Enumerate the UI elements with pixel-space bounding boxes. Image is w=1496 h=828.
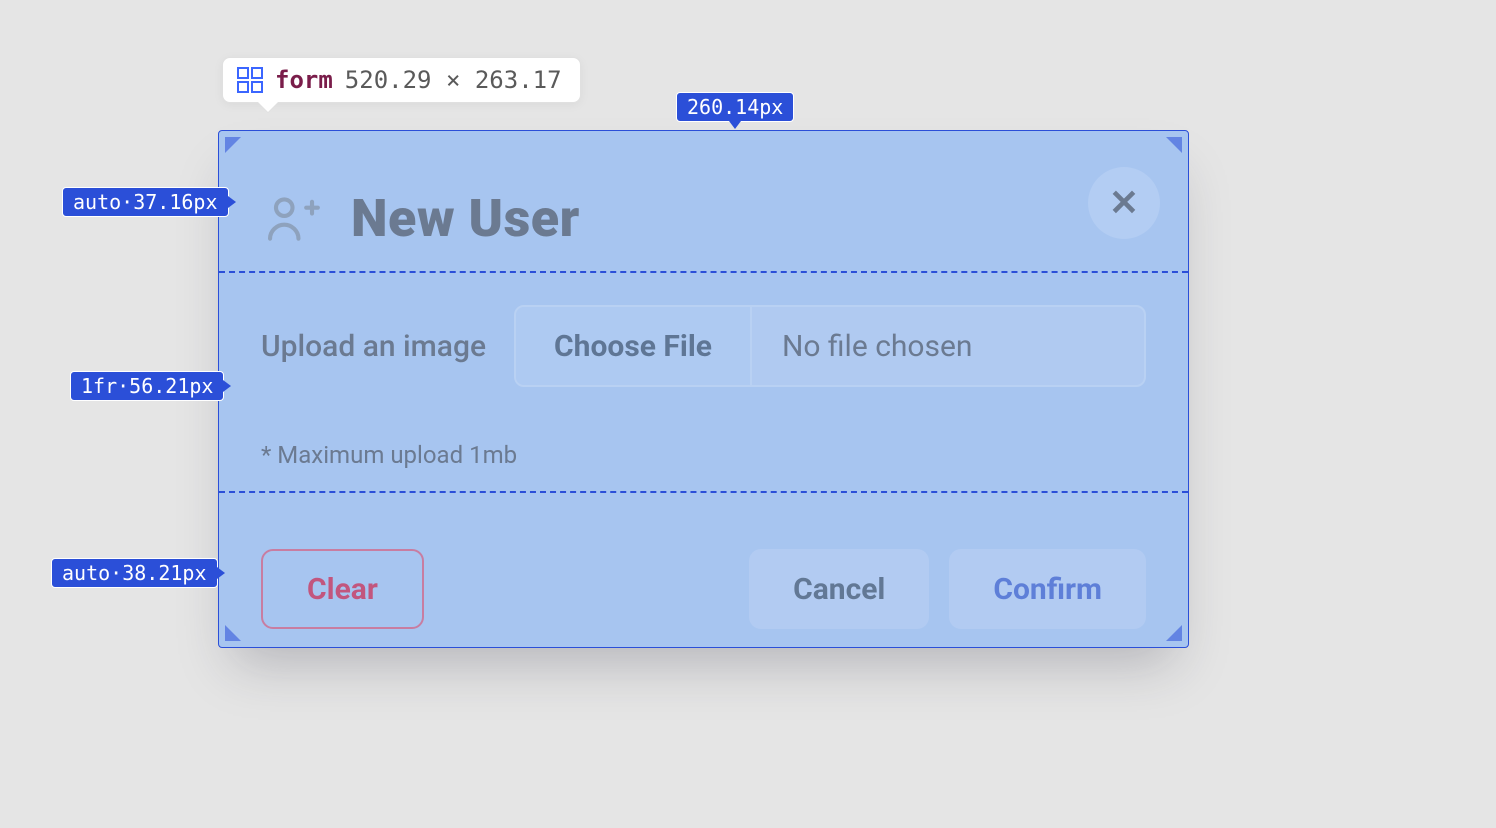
devtools-column-size-badge: 260.14px — [676, 92, 794, 122]
devtools-row-size-badge: auto·38.21px — [51, 558, 218, 588]
form-title: New User — [351, 188, 580, 249]
user-plus-icon — [261, 187, 323, 249]
form-header: New User ✕ — [219, 131, 1188, 271]
close-button[interactable]: ✕ — [1088, 167, 1160, 239]
confirm-button[interactable]: Confirm — [949, 549, 1146, 629]
clear-button[interactable]: Clear — [261, 549, 424, 629]
devtools-element-tooltip: form 520.29 × 263.17 — [222, 57, 581, 103]
upload-hint: * Maximum upload 1mb — [261, 441, 1146, 469]
devtools-row-size-badge: 1fr·56.21px — [70, 371, 224, 401]
devtools-element-tag: form — [275, 66, 333, 94]
file-status-text: No file chosen — [752, 307, 1144, 385]
grid-icon — [237, 67, 263, 93]
choose-file-button[interactable]: Choose File — [516, 307, 752, 385]
new-user-form: New User ✕ Upload an image Choose File N… — [218, 130, 1189, 648]
close-icon: ✕ — [1109, 182, 1139, 224]
resize-corner — [225, 625, 241, 641]
form-footer: Clear Cancel Confirm — [219, 491, 1188, 649]
cancel-button[interactable]: Cancel — [749, 549, 929, 629]
resize-corner — [1166, 625, 1182, 641]
upload-label: Upload an image — [261, 329, 486, 364]
form-body: Upload an image Choose File No file chos… — [219, 271, 1188, 491]
devtools-row-size-badge: auto·37.16px — [62, 187, 229, 217]
file-input[interactable]: Choose File No file chosen — [514, 305, 1146, 387]
upload-row: Upload an image Choose File No file chos… — [261, 305, 1146, 387]
devtools-element-dimensions: 520.29 × 263.17 — [345, 66, 562, 94]
